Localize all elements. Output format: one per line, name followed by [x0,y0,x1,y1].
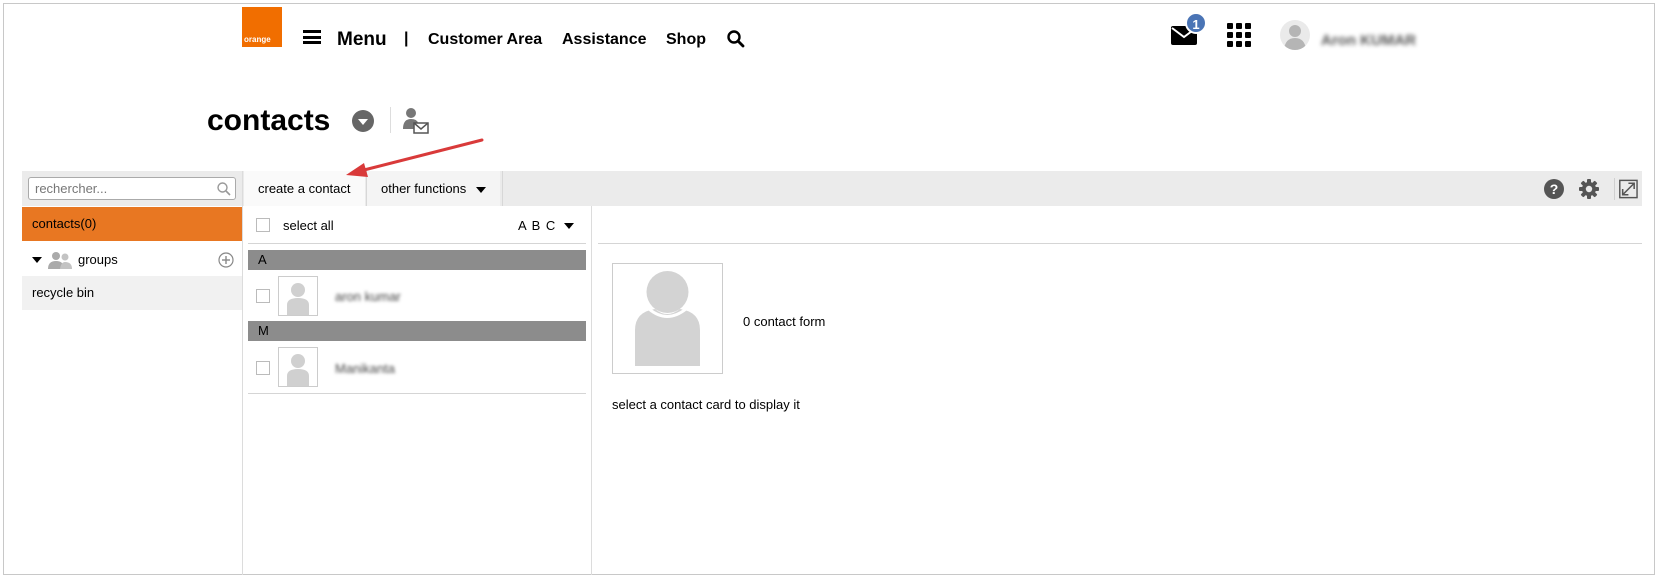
column-divider [242,171,243,575]
expand-icon[interactable] [1614,178,1638,200]
nav-link-shop[interactable]: Shop [666,31,706,49]
nav-link-assistance[interactable]: Assistance [562,31,647,49]
chevron-down-icon[interactable] [564,223,574,229]
help-icon[interactable]: ? [1544,179,1564,199]
user-avatar-icon[interactable] [1280,20,1310,50]
page-title: contacts [207,104,331,137]
sidebar-item-contacts[interactable]: contacts(0) [22,207,242,241]
sidebar-item-recycle-bin[interactable]: recycle bin [22,276,242,310]
chevron-down-icon[interactable] [352,110,374,132]
other-functions-label: other functions [381,181,467,196]
list-divider [248,393,586,394]
chevron-down-icon [476,186,487,193]
nav-menu-label[interactable]: Menu [337,29,387,51]
contact-placeholder-avatar [612,263,723,374]
contact-form-count: 0 contact form [743,314,826,329]
search-icon[interactable] [216,181,232,197]
contact-checkbox[interactable] [256,361,270,375]
contact-avatar [278,276,318,316]
column-divider [591,206,592,575]
toolbar-divider [502,171,503,206]
nav-link-customer-area[interactable]: Customer Area [428,31,542,49]
contact-name[interactable]: aron kumar [335,289,401,304]
nav-separator: | [404,30,409,47]
select-all-label[interactable]: select all [283,218,334,233]
section-header-a: A [248,250,586,270]
contact-checkbox[interactable] [256,289,270,303]
annotation-arrow [346,138,484,177]
chevron-down-icon[interactable] [32,257,42,263]
detail-hint: select a contact card to display it [612,397,800,412]
apps-grid-icon[interactable] [1227,23,1251,47]
sidebar-item-groups[interactable]: groups [22,243,242,276]
logo-text: orange [244,35,271,44]
section-header-m: M [248,321,586,341]
search-icon[interactable] [726,29,746,49]
sort-label[interactable]: A B C [518,218,556,233]
browser-frame [3,3,1655,575]
add-circle-icon[interactable] [218,252,234,268]
contact-avatar [278,347,318,387]
detail-divider [598,243,1642,244]
mail-badge: 1 [1185,12,1207,34]
sidebar-item-label: groups [78,252,118,267]
gear-icon[interactable] [1578,178,1600,200]
select-all-checkbox[interactable] [256,218,270,232]
user-name[interactable]: Aron KUMAR [1321,32,1416,49]
groups-icon [48,252,72,269]
hamburger-icon[interactable] [303,30,321,44]
search-input[interactable] [28,177,236,200]
contact-name[interactable]: Manikanta [335,361,395,376]
list-divider [248,243,586,244]
orange-logo[interactable]: orange [242,7,282,47]
